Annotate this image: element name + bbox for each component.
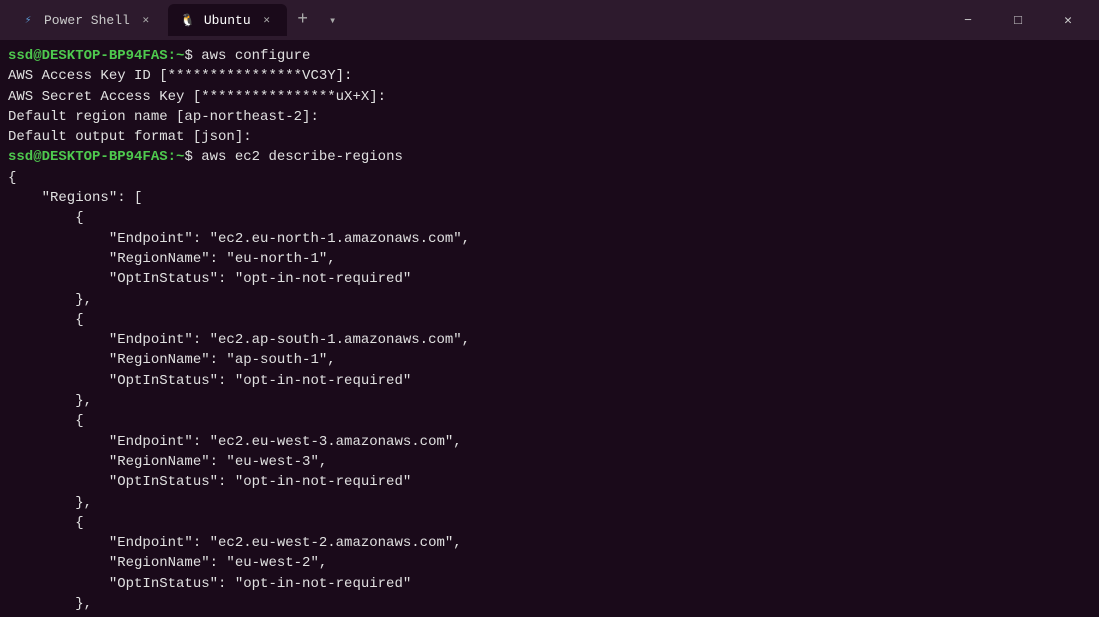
powershell-tab-icon: ⚡ (20, 12, 36, 28)
close-button[interactable]: ✕ (1045, 4, 1091, 36)
titlebar: ⚡ Power Shell ✕ 🐧 Ubuntu ✕ + ▾ − □ ✕ (0, 0, 1099, 40)
powershell-tab-close[interactable]: ✕ (138, 12, 154, 28)
tab-dropdown-button[interactable]: ▾ (319, 6, 347, 34)
terminal-content: ssd@DESKTOP-BP94FAS:~$ aws configure AWS… (8, 46, 1091, 617)
terminal-body[interactable]: ssd@DESKTOP-BP94FAS:~$ aws configure AWS… (0, 40, 1099, 617)
powershell-tab-label: Power Shell (44, 13, 130, 28)
tabs: ⚡ Power Shell ✕ 🐧 Ubuntu ✕ + ▾ (8, 4, 945, 36)
tab-powershell[interactable]: ⚡ Power Shell ✕ (8, 4, 166, 36)
ubuntu-tab-close[interactable]: ✕ (259, 12, 275, 28)
ubuntu-tab-icon: 🐧 (180, 12, 196, 28)
maximize-button[interactable]: □ (995, 4, 1041, 36)
minimize-button[interactable]: − (945, 4, 991, 36)
new-tab-button[interactable]: + (289, 6, 317, 34)
window-controls: − □ ✕ (945, 4, 1091, 36)
ubuntu-tab-label: Ubuntu (204, 13, 251, 28)
tab-ubuntu[interactable]: 🐧 Ubuntu ✕ (168, 4, 287, 36)
